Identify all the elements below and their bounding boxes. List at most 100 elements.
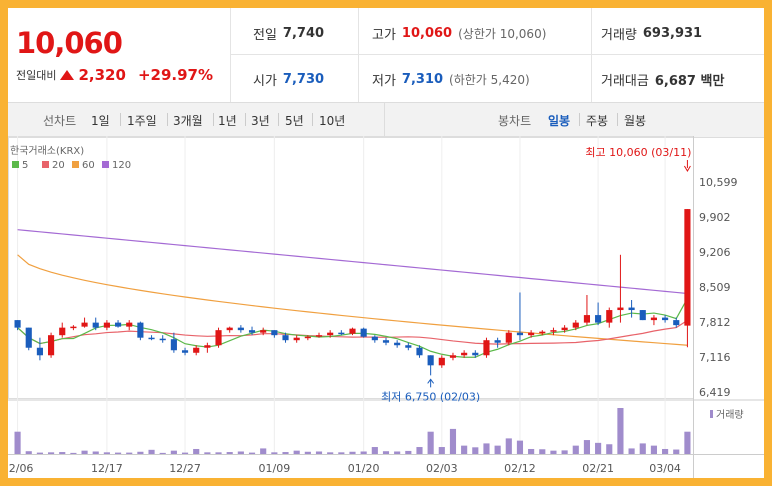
info-divider bbox=[591, 8, 592, 102]
volume-bar bbox=[449, 428, 457, 454]
candle-body bbox=[59, 327, 66, 336]
volume-bar bbox=[48, 452, 55, 454]
candle-body bbox=[338, 332, 345, 335]
volume-bar bbox=[505, 438, 512, 454]
candle-body bbox=[382, 340, 390, 343]
price-area-border bbox=[8, 136, 694, 399]
open-label: 시가 bbox=[253, 74, 277, 89]
candle-body bbox=[36, 347, 43, 356]
amount-value: 6,687 백만 bbox=[654, 74, 725, 89]
y-tick-label: 9,902 bbox=[699, 211, 731, 224]
candle-body bbox=[472, 352, 479, 356]
candle-body bbox=[572, 322, 579, 328]
candle-body bbox=[70, 326, 77, 329]
volume-bar bbox=[92, 451, 99, 454]
volume-bar bbox=[483, 443, 490, 454]
volume-bar bbox=[360, 451, 367, 454]
volume-bar bbox=[427, 431, 434, 454]
high-value: 10,060 bbox=[401, 26, 453, 41]
candle-body bbox=[561, 327, 568, 331]
period-weekly[interactable]: 주봉 bbox=[586, 112, 608, 129]
period-1y[interactable]: 1년 bbox=[218, 112, 237, 129]
volume-bar bbox=[114, 452, 122, 454]
candle-body bbox=[416, 347, 423, 356]
volume-bar bbox=[237, 451, 244, 454]
volume-bar bbox=[394, 451, 401, 454]
volume-bar bbox=[36, 452, 43, 454]
candle-body bbox=[215, 330, 222, 346]
period-1w[interactable]: 1주일 bbox=[127, 112, 157, 129]
stock-widget: 10,060 전일대비 2,320 +29.97% 전일 7,740 시가 7,… bbox=[8, 8, 764, 478]
change-value: 2,320 bbox=[78, 66, 126, 84]
volume-bar bbox=[215, 452, 222, 454]
candle-body bbox=[304, 336, 311, 339]
legend-swatch bbox=[102, 161, 109, 168]
volume-bar bbox=[126, 452, 133, 454]
volume-bar bbox=[226, 452, 233, 454]
current-price: 10,060 bbox=[16, 26, 123, 60]
candle-body bbox=[226, 327, 233, 331]
high-label: 고가 bbox=[372, 28, 396, 43]
x-tick-label: 12/27 bbox=[169, 462, 201, 475]
volume-value: 693,931 bbox=[642, 26, 703, 41]
period-monthly[interactable]: 월봉 bbox=[624, 112, 646, 129]
period-selector: 선차트 1일 1주일 3개월 1년 3년 5년 10년 봉차트 일봉 주봉 월봉 bbox=[8, 102, 764, 138]
x-tick-label: 02/03 bbox=[426, 462, 458, 475]
change-label: 전일대비 bbox=[16, 69, 57, 82]
volume-bar bbox=[327, 452, 334, 454]
candle-body bbox=[650, 317, 657, 321]
volume-bar bbox=[583, 440, 591, 454]
period-5y[interactable]: 5년 bbox=[285, 112, 304, 129]
prev-close: 전일 7,740 bbox=[253, 24, 324, 43]
volume-bar bbox=[59, 452, 66, 454]
volume-bar bbox=[438, 447, 445, 454]
legend-swatch bbox=[42, 161, 49, 168]
volume-bar bbox=[617, 408, 624, 454]
volume-bar bbox=[304, 451, 311, 454]
volume-bar bbox=[416, 447, 423, 454]
candle-body bbox=[673, 320, 680, 326]
candle-body bbox=[327, 332, 334, 336]
up-arrow-icon bbox=[60, 70, 75, 80]
candle-body bbox=[449, 355, 457, 358]
period-10y[interactable]: 10년 bbox=[319, 112, 345, 129]
x-tick-label: 02/21 bbox=[582, 462, 614, 475]
volume-bar bbox=[561, 450, 568, 454]
volume-bar bbox=[248, 452, 256, 454]
volume-bar bbox=[170, 450, 177, 454]
x-tick-label: 01/09 bbox=[259, 462, 291, 475]
legend-label: 120 bbox=[112, 160, 131, 171]
legend-swatch bbox=[72, 161, 79, 168]
candle-body bbox=[25, 327, 32, 348]
x-tick-label: 01/20 bbox=[348, 462, 380, 475]
volume-bar bbox=[148, 449, 155, 454]
volume-bar bbox=[662, 448, 669, 454]
amount-label: 거래대금 bbox=[601, 74, 649, 89]
separator bbox=[167, 113, 168, 126]
volume-bar bbox=[494, 445, 501, 454]
volume-bar bbox=[81, 450, 88, 454]
candle-body bbox=[494, 340, 501, 343]
volume-bar bbox=[349, 451, 356, 454]
volume-bar bbox=[382, 451, 390, 454]
info-divider bbox=[231, 54, 764, 55]
period-3m[interactable]: 3개월 bbox=[173, 112, 203, 129]
legend-swatch bbox=[12, 161, 19, 168]
candle-body bbox=[438, 357, 445, 366]
volume-bar bbox=[260, 448, 267, 454]
candle-body bbox=[92, 322, 99, 328]
candle-body bbox=[427, 355, 434, 366]
period-3y[interactable]: 3년 bbox=[251, 112, 270, 129]
volume-bar bbox=[461, 445, 468, 454]
y-tick-label: 7,812 bbox=[699, 316, 731, 329]
candle-body bbox=[204, 345, 211, 348]
candle-body bbox=[371, 336, 378, 341]
volume-bar bbox=[572, 445, 579, 454]
volume-legend-label: 거래량 bbox=[716, 409, 744, 421]
candle-body bbox=[639, 310, 646, 321]
period-daily[interactable]: 일봉 bbox=[548, 112, 570, 129]
period-1d[interactable]: 1일 bbox=[91, 112, 110, 129]
volume-bar bbox=[315, 451, 323, 454]
period-divider bbox=[384, 103, 385, 137]
line-chart-label: 선차트 bbox=[43, 114, 77, 128]
